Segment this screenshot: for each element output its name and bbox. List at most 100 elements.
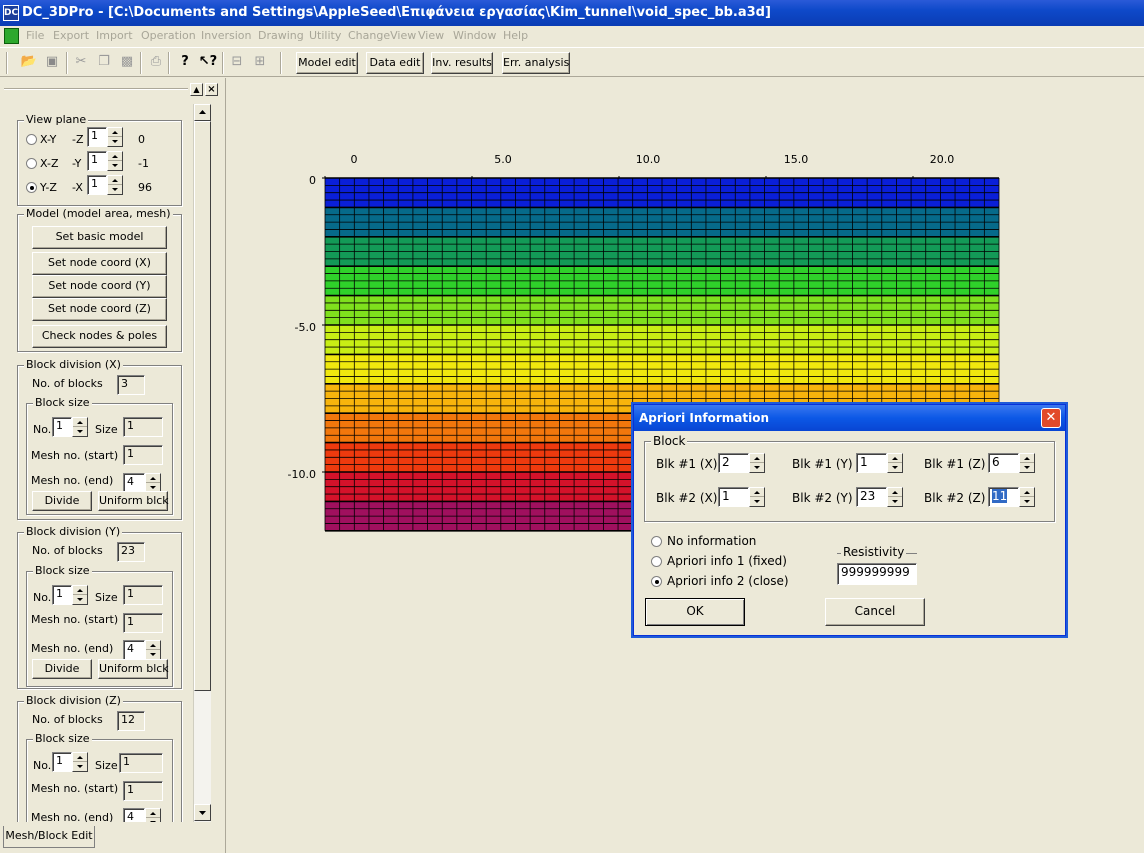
block-division-z-group: Block division (Z) No. of blocks 12 Bloc… bbox=[17, 694, 182, 832]
mesh-end-x-spinner[interactable] bbox=[145, 473, 161, 493]
scroll-down-arrow[interactable] bbox=[194, 804, 211, 821]
model-group-title: Model (model area, mesh) bbox=[24, 207, 173, 220]
no-z-value[interactable]: 1 bbox=[52, 752, 72, 772]
menu-utility[interactable]: Utility bbox=[309, 29, 341, 42]
model-edit-button[interactable]: Model edit bbox=[296, 52, 358, 74]
tab-mesh-block-edit[interactable]: Mesh/Block Edit bbox=[3, 826, 95, 848]
no-y-spinner[interactable] bbox=[72, 585, 88, 605]
blk1-x-value[interactable]: 2 bbox=[718, 453, 749, 473]
xy-spin-value[interactable]: 1 bbox=[87, 127, 107, 147]
xz-spin-value[interactable]: 1 bbox=[87, 151, 107, 171]
divide-y-button[interactable]: Divide bbox=[32, 659, 92, 679]
menu-import[interactable]: Import bbox=[96, 29, 133, 42]
mesh-end-x-value[interactable]: 4 bbox=[123, 473, 145, 493]
blk2-x-value[interactable]: 1 bbox=[718, 487, 749, 507]
menu-inversion[interactable]: Inversion bbox=[201, 29, 252, 42]
save-icon[interactable]: ▣ bbox=[42, 53, 62, 71]
blk2-x-label: Blk #2 (X) bbox=[656, 491, 718, 505]
app-icon[interactable]: DC bbox=[3, 5, 19, 21]
menu-changeview[interactable]: ChangeView bbox=[348, 29, 416, 42]
blk2-z-value[interactable]: 11 bbox=[988, 487, 1019, 507]
blk2-y-spinner[interactable] bbox=[887, 487, 903, 507]
open-folder-icon[interactable]: 📂 bbox=[19, 53, 39, 71]
radio-no-information[interactable] bbox=[651, 536, 662, 547]
size-y-value: 1 bbox=[123, 585, 163, 605]
check-nodes-poles-button[interactable]: Check nodes & poles bbox=[32, 325, 167, 348]
blk1-z-spinner[interactable] bbox=[1019, 453, 1035, 473]
uniform-blck-x-button[interactable]: Uniform blck bbox=[98, 491, 169, 511]
y-tick-label: -5.0 bbox=[294, 321, 316, 334]
blk1-y-spinner[interactable] bbox=[887, 453, 903, 473]
zoom-in-icon[interactable]: ⊞ bbox=[250, 53, 270, 71]
xy-spinner[interactable] bbox=[107, 127, 123, 147]
help-icon[interactable]: ? bbox=[175, 53, 195, 71]
blk1-x-spinner[interactable] bbox=[749, 453, 765, 473]
yz-spin-value[interactable]: 1 bbox=[87, 175, 107, 195]
mesh-end-y-spinner[interactable] bbox=[145, 640, 161, 660]
divide-x-button[interactable]: Divide bbox=[32, 491, 92, 511]
no-z-spinner[interactable] bbox=[72, 752, 88, 772]
radio-yz[interactable] bbox=[26, 182, 37, 193]
block-size-y-title: Block size bbox=[33, 564, 92, 577]
menu-export[interactable]: Export bbox=[53, 29, 89, 42]
xz-spinner[interactable] bbox=[107, 151, 123, 171]
blk2-y-label: Blk #2 (Y) bbox=[792, 491, 853, 505]
blk2-z-spinner[interactable] bbox=[1019, 487, 1035, 507]
document-icon[interactable] bbox=[4, 28, 19, 44]
menu-drawing[interactable]: Drawing bbox=[258, 29, 304, 42]
inv-results-button[interactable]: Inv. results bbox=[431, 52, 493, 74]
blk1-y-value[interactable]: 1 bbox=[856, 453, 887, 473]
block-division-x-title: Block division (X) bbox=[24, 358, 123, 371]
yz-spinner[interactable] bbox=[107, 175, 123, 195]
paste-icon[interactable]: ▩ bbox=[117, 53, 137, 71]
set-node-coord-x-button[interactable]: Set node coord (X) bbox=[32, 252, 167, 275]
data-edit-button[interactable]: Data edit bbox=[366, 52, 424, 74]
set-node-coord-z-button[interactable]: Set node coord (Z) bbox=[32, 298, 167, 321]
axis-z-label: -Z bbox=[72, 133, 84, 146]
size-x-label: Size bbox=[95, 423, 118, 436]
block-size-z-group: Block size No. 1 Size 1 Mesh no. (start)… bbox=[26, 732, 173, 832]
menu-help[interactable]: Help bbox=[503, 29, 528, 42]
context-help-icon[interactable]: ↖? bbox=[198, 53, 218, 71]
blk1-z-label: Blk #1 (Z) bbox=[924, 457, 986, 471]
set-node-coord-y-button[interactable]: Set node coord (Y) bbox=[32, 275, 167, 298]
radio-xz[interactable] bbox=[26, 158, 37, 169]
menu-file[interactable]: File bbox=[26, 29, 44, 42]
close-icon[interactable]: ✕ bbox=[1041, 408, 1061, 428]
size-z-label: Size bbox=[95, 759, 118, 772]
radio-apriori-info-1-label: Apriori info 1 (fixed) bbox=[667, 554, 787, 568]
print-icon[interactable]: ⎙ bbox=[146, 53, 166, 71]
scroll-up-arrow[interactable] bbox=[194, 104, 211, 121]
resistivity-input[interactable]: 999999999 bbox=[837, 563, 917, 585]
blk2-y-value[interactable]: 23 bbox=[856, 487, 887, 507]
set-basic-model-button[interactable]: Set basic model bbox=[32, 226, 167, 249]
radio-apriori-info-2[interactable] bbox=[651, 576, 662, 587]
copy-icon[interactable]: ❐ bbox=[94, 53, 114, 71]
uniform-blck-y-button[interactable]: Uniform blck bbox=[98, 659, 169, 679]
left-panel-scrollbar[interactable] bbox=[193, 104, 211, 822]
ok-button[interactable]: OK bbox=[645, 598, 745, 626]
block-division-x-group: Block division (X) No. of blocks 3 Block… bbox=[17, 358, 182, 520]
blk1-z-value[interactable]: 6 bbox=[988, 453, 1019, 473]
block-division-z-title: Block division (Z) bbox=[24, 694, 123, 707]
no-x-spinner[interactable] bbox=[72, 417, 88, 437]
scroll-thumb[interactable] bbox=[194, 121, 211, 691]
menu-window[interactable]: Window bbox=[453, 29, 496, 42]
radio-apriori-info-1[interactable] bbox=[651, 556, 662, 567]
radio-xy[interactable] bbox=[26, 134, 37, 145]
no-of-blocks-y-label: No. of blocks bbox=[32, 544, 103, 557]
cancel-button[interactable]: Cancel bbox=[825, 598, 925, 626]
menu-view[interactable]: View bbox=[418, 29, 444, 42]
panel-close-icon[interactable]: × bbox=[205, 83, 218, 96]
x-tick-label: 15.0 bbox=[783, 153, 809, 166]
radio-no-information-label: No information bbox=[667, 534, 757, 548]
err-analysis-button[interactable]: Err. analysis bbox=[502, 52, 570, 74]
no-y-value[interactable]: 1 bbox=[52, 585, 72, 605]
cut-icon[interactable]: ✂ bbox=[71, 53, 91, 71]
mesh-end-y-value[interactable]: 4 bbox=[123, 640, 145, 660]
blk2-x-spinner[interactable] bbox=[749, 487, 765, 507]
menu-operation[interactable]: Operation bbox=[141, 29, 196, 42]
panel-up-icon[interactable]: ▲ bbox=[190, 83, 203, 96]
no-x-value[interactable]: 1 bbox=[52, 417, 72, 437]
zoom-out-icon[interactable]: ⊟ bbox=[227, 53, 247, 71]
